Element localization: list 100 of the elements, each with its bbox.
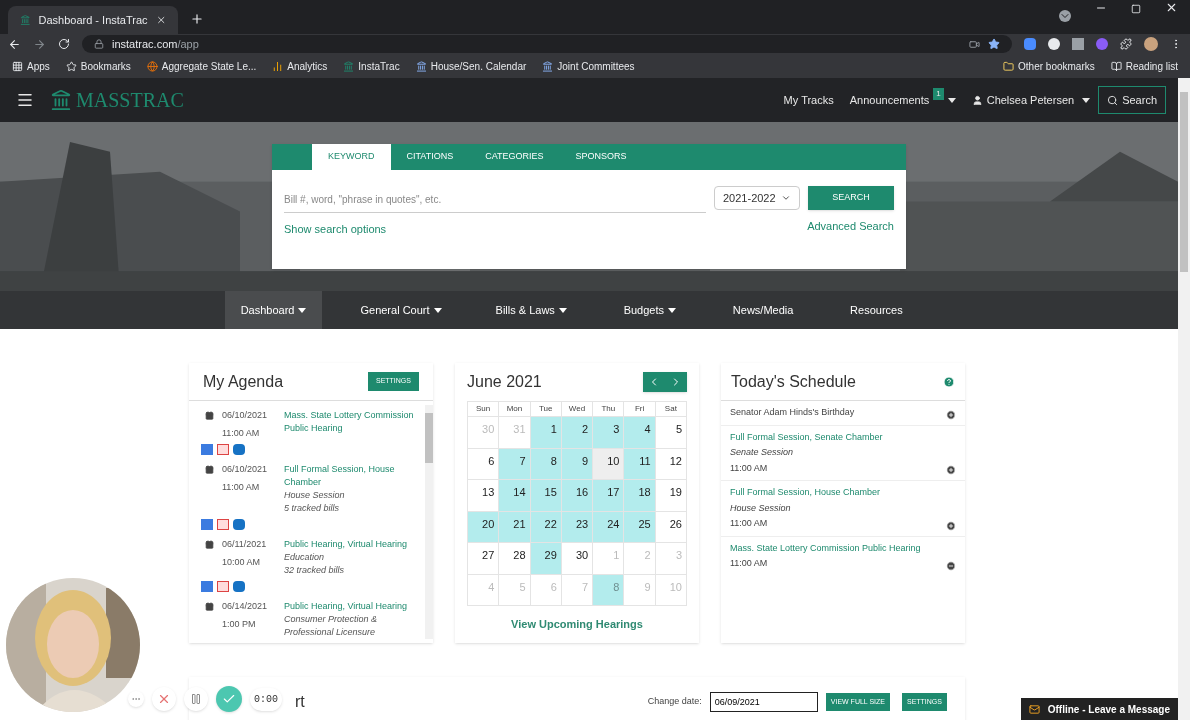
nav-link[interactable]: Announcements 1 [849, 91, 956, 109]
extension-icon[interactable] [1048, 38, 1060, 50]
calendar-day[interactable]: 18 [624, 480, 656, 512]
nav-tab[interactable]: General Court [344, 291, 458, 329]
tab-search-icon[interactable] [1059, 10, 1071, 22]
calendar-day[interactable]: 2 [561, 417, 594, 449]
search-tab[interactable]: CATEGORIES [469, 144, 560, 170]
month-title: June 2021 [467, 372, 542, 392]
bookmark[interactable]: Joint Committees [542, 58, 635, 74]
caret-icon [1082, 97, 1091, 103]
expand-icon[interactable] [946, 409, 956, 420]
calendar-day[interactable]: 24 [593, 511, 625, 543]
maximize-icon[interactable] [1131, 4, 1141, 14]
reload-icon[interactable] [58, 38, 70, 50]
event-note: 5 tracked bills [284, 502, 341, 515]
nav-tab[interactable]: Budgets [604, 291, 695, 329]
bookmark-icon [65, 60, 77, 72]
nav-tab[interactable]: Dashboard [224, 291, 323, 329]
chat-widget[interactable]: Offline - Leave a Message [1020, 698, 1178, 720]
calendar-day[interactable]: 4 [624, 417, 656, 449]
event-date: 06/14/2021 [222, 600, 269, 613]
extensions-icon[interactable] [1120, 38, 1132, 50]
back-icon[interactable] [8, 37, 21, 51]
event-time: 11:00 AM [222, 480, 261, 494]
calendar-day[interactable]: 16 [561, 480, 594, 512]
menu-icon[interactable] [16, 91, 34, 109]
upcoming-hearings-link[interactable]: View Upcoming Hearings [511, 616, 643, 633]
calendar-day[interactable]: 11 [624, 448, 656, 480]
page-scrollbar[interactable] [1178, 78, 1190, 720]
camera-icon[interactable] [969, 38, 980, 50]
calendar-day[interactable]: 19 [655, 480, 687, 512]
calendar-day[interactable]: 5 [655, 417, 687, 449]
search-tab[interactable]: KEYWORD [312, 144, 391, 170]
search-button[interactable]: Search [1098, 86, 1166, 114]
calendar-day[interactable]: 7 [499, 448, 531, 480]
bookmark[interactable]: House/Sen. Calendar [415, 58, 527, 74]
close-window-icon[interactable] [1165, 1, 1178, 14]
collapse-icon[interactable] [946, 560, 956, 571]
profile-avatar[interactable] [1144, 37, 1158, 51]
event-link[interactable]: Full Formal Session, House Chamber [730, 486, 881, 500]
nav-tab[interactable]: News/Media [716, 291, 810, 329]
bookmark[interactable]: InstaTrac [343, 58, 400, 74]
bookmark-icon [415, 60, 427, 72]
search-tab[interactable]: SPONSORS [559, 144, 643, 170]
calendar-day[interactable]: 27 [468, 543, 500, 575]
user-menu[interactable]: Chelsea Petersen [971, 91, 1091, 109]
calendar-day[interactable]: 10 [593, 448, 625, 480]
address-bar[interactable]: instatrac.com/app [82, 35, 1012, 53]
new-tab-icon[interactable] [190, 12, 204, 26]
bookmark[interactable]: Apps [12, 58, 50, 74]
close-icon[interactable] [155, 14, 166, 26]
calendar-day[interactable]: 28 [499, 543, 531, 575]
star-icon[interactable] [988, 38, 1000, 50]
cancel-button[interactable] [152, 687, 176, 711]
nav-link[interactable]: My Tracks [783, 91, 834, 109]
session-select[interactable]: 2021-2022 [714, 186, 800, 210]
calendar-day[interactable]: 29 [530, 543, 562, 575]
advanced-search-link[interactable]: Advanced Search [807, 218, 894, 235]
expand-icon[interactable] [946, 520, 956, 531]
pause-button[interactable] [184, 687, 208, 711]
scrollbar[interactable] [425, 405, 433, 639]
bookmark[interactable]: Reading list [1110, 58, 1178, 74]
calendar-day[interactable]: 21 [499, 511, 531, 543]
bookmark[interactable]: Analytics [272, 58, 328, 74]
search-options-link[interactable]: Show search options [284, 221, 387, 238]
event-date: 06/10/2021 [222, 463, 269, 476]
nav-tab[interactable]: Bills & Laws [479, 291, 583, 329]
event-date: 06/10/2021 [222, 409, 269, 422]
calendar-day[interactable]: 1 [530, 417, 562, 449]
event-link[interactable]: Public Hearing, Virtual Hearing [284, 600, 417, 613]
calendar-day[interactable]: 3 [593, 417, 625, 449]
landmark-icon [20, 14, 31, 26]
calendar-day[interactable]: 13 [468, 480, 500, 512]
bookmark[interactable]: Other bookmarks [1003, 58, 1095, 74]
search-tab[interactable]: CITATIONS [390, 144, 470, 170]
calendar-day[interactable]: 6 [468, 448, 500, 480]
url-text: instatrac.com/app [112, 36, 200, 52]
calendar-day[interactable]: 15 [530, 480, 562, 512]
browser-tab[interactable]: Dashboard - InstaTrac [8, 6, 178, 34]
nav-tab[interactable]: Resources [831, 291, 922, 329]
search-field[interactable]: Bill #, word, "phrase in quotes", etc. [284, 187, 706, 213]
calendar-day[interactable]: 14 [499, 480, 531, 512]
bookmark[interactable]: Bookmarks [65, 58, 131, 74]
event-link[interactable]: Public Hearing, Virtual Hearing [284, 538, 417, 551]
event-link[interactable]: Full Formal Session, House Chamber [284, 463, 417, 489]
event-link[interactable]: Mass. State Lottery Commission Public Hearing [284, 409, 417, 435]
calendar-day[interactable]: 17 [593, 480, 625, 512]
bookmark[interactable]: Aggregate State Le... [146, 58, 257, 74]
calendar-day[interactable]: 25 [624, 511, 656, 543]
event-time: 11:00 AM [222, 426, 261, 440]
search-button[interactable]: SEARCH [808, 186, 894, 210]
event-link[interactable]: Full Formal Session, Senate Chamber [730, 430, 883, 444]
event-note: Education [284, 551, 326, 564]
expand-icon[interactable] [946, 465, 956, 475]
help-icon[interactable] [943, 375, 955, 388]
date-field[interactable]: 06/09/2021 [709, 692, 818, 712]
calendar-day[interactable]: 30 [561, 543, 594, 575]
event-link[interactable]: Mass. State Lottery Commission Public Hearing [730, 541, 921, 555]
calendar-day[interactable]: 20 [468, 511, 500, 543]
forward-icon[interactable] [33, 37, 46, 51]
